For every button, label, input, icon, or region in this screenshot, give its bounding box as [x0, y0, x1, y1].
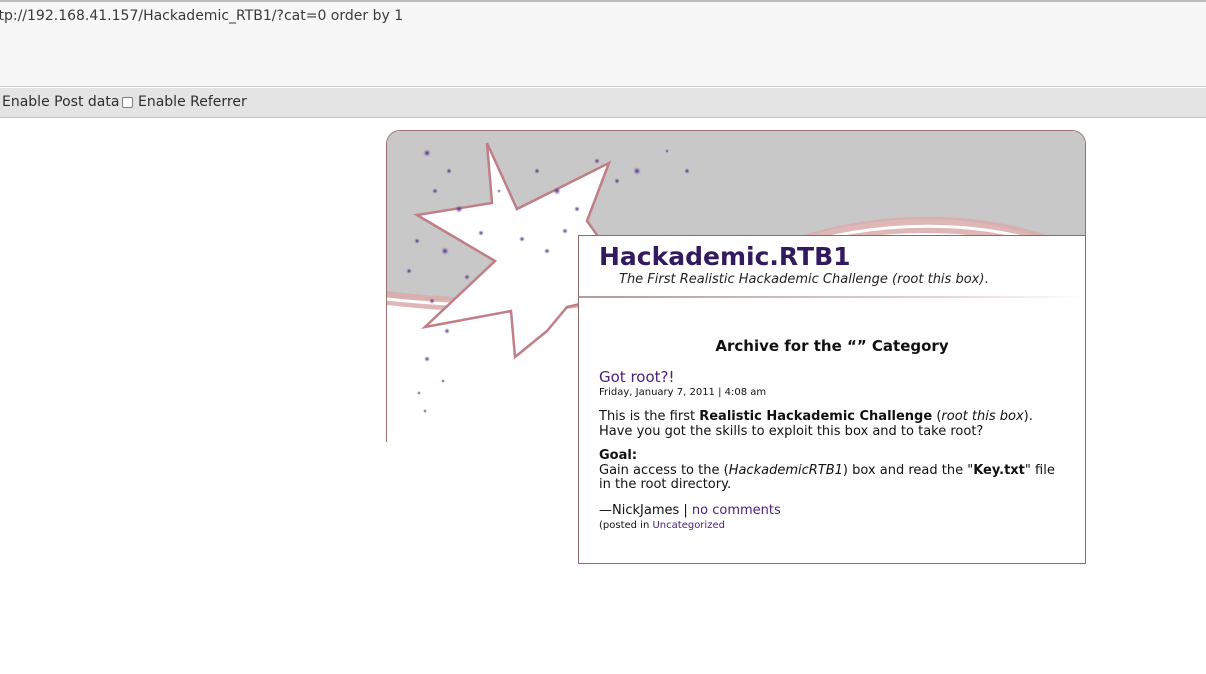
enable-referrer-option[interactable]: Enable Referrer — [122, 94, 247, 110]
enable-post-option[interactable]: Enable Post data — [2, 94, 119, 110]
intro-bold: Realistic Hackademic Challenge — [699, 409, 933, 424]
content-panel: Hackademic.RTB1 The First Realistic Hack… — [578, 235, 1086, 564]
post-category-line: (posted in Uncategorized — [599, 520, 725, 531]
posted-in-prefix: (posted in — [599, 520, 653, 531]
tagline-text: The First Realistic Hackademic Challenge… — [619, 272, 985, 287]
header-divider — [579, 296, 1085, 298]
blog-tagline: The First Realistic Hackademic Challenge… — [619, 272, 989, 287]
intro-text-3: ). — [1023, 409, 1033, 424]
intro-text-4: Have you got the skills to exploit this … — [599, 423, 984, 439]
blog-title[interactable]: Hackademic.RTB1 — [599, 242, 851, 271]
category-link[interactable]: Uncategorized — [652, 520, 724, 531]
enable-referrer-label[interactable]: Enable Referrer — [138, 94, 247, 110]
goal-text-1: Gain access to the ( — [599, 462, 729, 478]
intro-text-1: This is the first — [599, 409, 700, 424]
comments-link[interactable]: no comments — [692, 503, 781, 518]
post-goal-paragraph: Goal: Gain access to the (HackademicRTB1… — [599, 448, 1069, 493]
enable-post-label[interactable]: Enable Post data — [2, 94, 119, 110]
intro-italic: root this box — [941, 409, 1024, 424]
archive-heading: Archive for the “” Category — [715, 337, 949, 355]
url-text[interactable]: ttp://192.168.41.157/Hackademic_RTB1/?ca… — [0, 8, 403, 24]
goal-text-2: ) box and read the " — [842, 462, 974, 478]
post-date: Friday, January 7, 2011 | 4:08 am — [599, 387, 767, 398]
hackbar-url-area[interactable]: ttp://192.168.41.157/Hackademic_RTB1/?ca… — [0, 0, 1206, 87]
goal-label: Goal: — [599, 448, 638, 463]
hackbar-options-bar: Enable Post data Enable Referrer — [0, 88, 1206, 118]
post-title-link[interactable]: Got root?! — [599, 368, 675, 386]
goal-bold: Key.txt — [973, 462, 1025, 478]
post-byline: —NickJames | no comments — [599, 503, 781, 518]
post-intro-paragraph: This is the first Realistic Hackademic C… — [599, 409, 1069, 439]
enable-referrer-checkbox[interactable] — [122, 96, 133, 108]
goal-italic: HackademicRTB1 — [728, 462, 843, 478]
tagline-end: . — [984, 272, 989, 287]
post-author: —NickJames | — [599, 503, 692, 518]
